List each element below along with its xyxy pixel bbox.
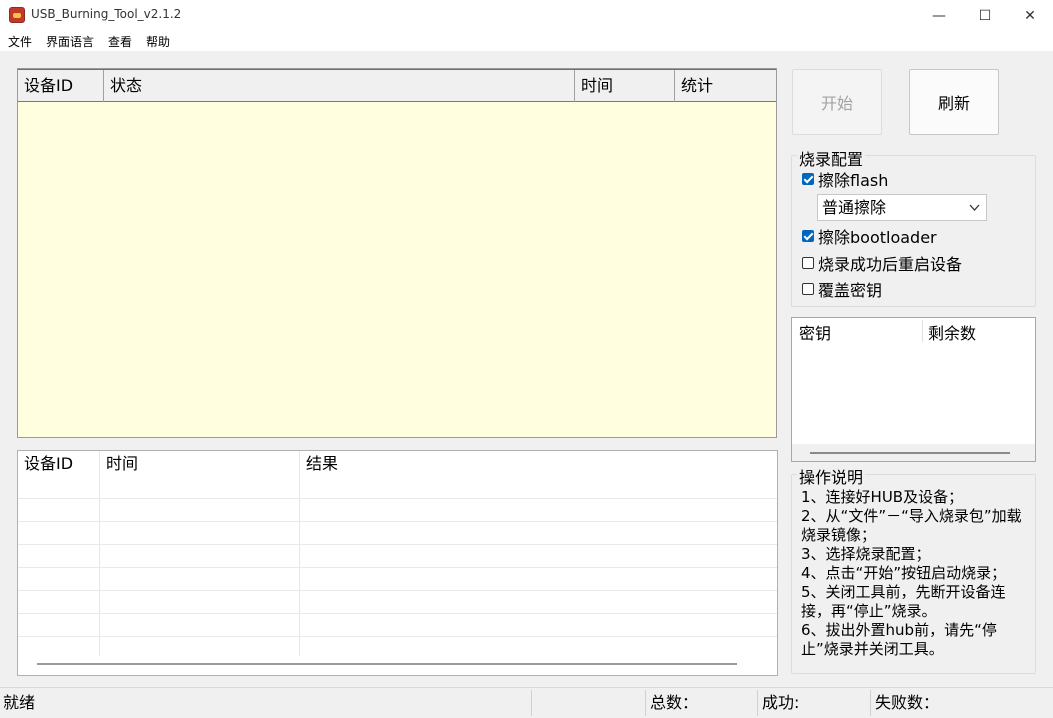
status-separator	[645, 690, 646, 716]
reboot-after-checkbox[interactable]	[802, 257, 814, 269]
row-line	[18, 567, 777, 568]
window-title: USB_Burning_Tool_v2.1.2	[31, 7, 182, 21]
menu-help[interactable]: 帮助	[146, 33, 170, 50]
erase-mode-select[interactable]: 普通擦除	[817, 194, 987, 221]
menu-view[interactable]: 查看	[108, 33, 132, 50]
erase-flash-label: 擦除flash	[818, 171, 889, 190]
title-bar: USB_Burning_Tool_v2.1.2 — ☐ ✕	[0, 0, 1053, 31]
overwrite-key-label: 覆盖密钥	[818, 281, 883, 300]
reboot-after-option[interactable]: 烧录成功后重启设备	[802, 252, 962, 274]
device-list[interactable]: 设备ID 状态 时间 统计	[17, 68, 777, 438]
status-ready: 就绪	[3, 693, 36, 712]
device-list-header: 设备ID 状态 时间 统计	[18, 69, 776, 102]
result-column-result[interactable]: 结果	[300, 451, 338, 477]
key-column-remaining[interactable]: 剩余数	[928, 320, 976, 344]
start-button[interactable]: 开始	[792, 69, 882, 135]
minimize-button[interactable]: —	[916, 0, 962, 31]
key-column-key[interactable]: 密钥	[799, 320, 831, 344]
erase-bootloader-checkbox[interactable]	[802, 230, 814, 242]
erase-bootloader-label: 擦除bootloader	[818, 228, 937, 247]
row-line	[18, 498, 777, 499]
menu-bar: 文件 界面语言 查看 帮助	[0, 31, 1053, 51]
column-device-id[interactable]: 设备ID	[18, 70, 104, 102]
column-time[interactable]: 时间	[575, 70, 675, 102]
overwrite-key-checkbox[interactable]	[802, 283, 814, 295]
status-total: 总数：	[650, 693, 699, 712]
column-divider	[922, 320, 923, 342]
key-list[interactable]: 密钥 剩余数	[791, 317, 1036, 462]
result-column-device-id[interactable]: 设备ID	[18, 451, 73, 477]
status-bar: 就绪 总数： 成功: 失败数：	[0, 687, 1053, 717]
app-icon	[9, 7, 25, 23]
column-divider	[299, 451, 300, 656]
menu-language[interactable]: 界面语言	[46, 33, 94, 50]
status-fail: 失败数：	[875, 693, 940, 712]
refresh-button[interactable]: 刷新	[909, 69, 999, 135]
instructions-title: 操作说明	[797, 464, 866, 488]
column-divider	[99, 451, 100, 656]
erase-bootloader-option[interactable]: 擦除bootloader	[802, 225, 937, 247]
result-column-time[interactable]: 时间	[100, 451, 138, 477]
status-success: 成功:	[762, 693, 800, 712]
maximize-button[interactable]: ☐	[962, 0, 1008, 31]
chevron-down-icon	[969, 195, 980, 229]
result-horizontal-scrollbar[interactable]	[37, 663, 737, 665]
row-line	[18, 544, 777, 545]
status-separator	[870, 690, 871, 716]
row-line	[18, 613, 777, 614]
row-line	[18, 636, 777, 637]
status-separator	[531, 690, 532, 716]
overwrite-key-option[interactable]: 覆盖密钥	[802, 278, 882, 300]
column-status[interactable]: 状态	[104, 70, 575, 102]
row-line	[18, 521, 777, 522]
key-horizontal-scrollbar[interactable]	[792, 444, 1035, 461]
instructions-text: 1、连接好HUB及设备； 2、从“文件”－“导入烧录包”加载烧录镜像； 3、选择…	[801, 488, 1022, 658]
menu-file[interactable]: 文件	[8, 33, 32, 50]
erase-mode-value: 普通擦除	[822, 198, 887, 217]
erase-flash-option[interactable]: 擦除flash	[802, 168, 888, 190]
column-stats[interactable]: 统计	[675, 70, 776, 102]
row-line	[18, 590, 777, 591]
erase-flash-checkbox[interactable]	[802, 173, 814, 185]
close-button[interactable]: ✕	[1007, 0, 1053, 31]
result-list[interactable]: 设备ID 时间 结果	[17, 450, 778, 676]
status-separator	[757, 690, 758, 716]
scrollbar-thumb[interactable]	[810, 452, 1010, 454]
reboot-after-label: 烧录成功后重启设备	[818, 255, 963, 274]
